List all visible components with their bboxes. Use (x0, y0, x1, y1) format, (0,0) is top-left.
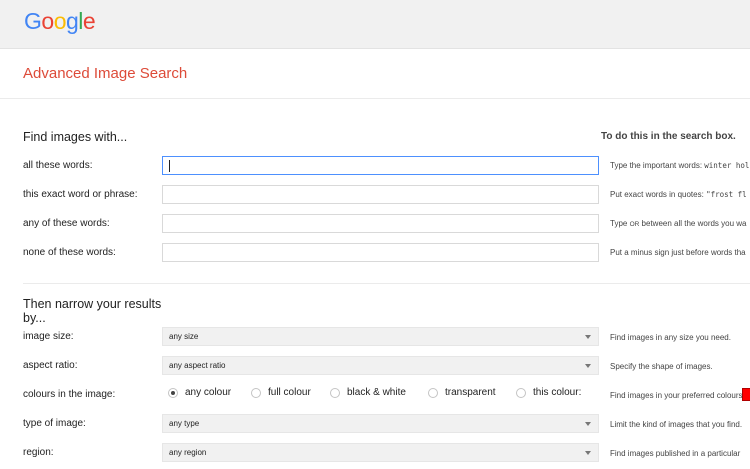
radio-button-icon (251, 388, 261, 398)
divider (0, 98, 750, 99)
narrow-heading-line: Then narrow your results (23, 297, 162, 311)
page-title: Advanced Image Search (23, 65, 188, 82)
image-size-select[interactable]: any size (162, 327, 599, 346)
image-size-label: image size: (23, 331, 74, 342)
radio-button-icon (516, 388, 526, 398)
radio-label: any colour (185, 387, 232, 398)
hint-example: winter hol (704, 161, 750, 170)
radio-button-icon (428, 388, 438, 398)
radio-label: full colour (268, 387, 311, 398)
colours-label: colours in the image: (23, 389, 116, 400)
search-box-tips-heading: To do this in the search box. (601, 131, 736, 142)
type-of-image-label: type of image: (23, 418, 86, 429)
radio-label: this colour: (533, 387, 582, 398)
region-value: any region (169, 448, 207, 457)
hint-text: Put a minus sign just before words tha (610, 248, 746, 257)
colours-radio-group: any colour full colour black & white tra… (162, 386, 750, 402)
hint-text: Type (610, 219, 630, 228)
hint-text: Type the important words: (610, 161, 705, 170)
type-of-image-hint: Limit the kind of images that you find. (610, 420, 743, 429)
radio-label: transparent (445, 387, 496, 398)
logo-letter: o (53, 8, 67, 34)
dropdown-arrow-icon (585, 364, 591, 368)
image-size-hint: Find images in any size you need. (610, 333, 731, 342)
exact-phrase-label: this exact word or phrase: (23, 189, 138, 200)
logo-letter: o (41, 8, 54, 34)
hint-keyword: OR (629, 221, 640, 228)
google-logo[interactable]: Google (24, 8, 96, 35)
region-hint: Find images published in a particular (610, 449, 741, 458)
type-of-image-value: any type (169, 419, 200, 428)
text-caret (169, 160, 170, 172)
image-size-value: any size (169, 332, 199, 341)
any-words-label: any of these words: (23, 218, 110, 229)
aspect-ratio-label: aspect ratio: (23, 360, 78, 371)
any-words-input[interactable] (162, 214, 599, 233)
hint-example: "frost fl (706, 190, 747, 199)
none-words-hint: Put a minus sign just before words tha (610, 248, 750, 257)
find-section-heading: Find images with... (23, 130, 128, 144)
type-of-image-select[interactable]: any type (162, 414, 599, 433)
dropdown-arrow-icon (585, 451, 591, 455)
any-words-hint: Type OR between all the words you wa (610, 219, 750, 228)
narrow-heading-line: by... (23, 311, 46, 325)
region-select[interactable]: any region (162, 443, 599, 462)
hint-text: between all the words you wa (639, 219, 747, 228)
exact-phrase-hint: Put exact words in quotes: "frost fl (610, 190, 750, 199)
colours-hint: Find images in your preferred colours (610, 391, 743, 400)
dropdown-arrow-icon (585, 335, 591, 339)
narrow-section-heading: Then narrow your results by... (23, 297, 161, 325)
aspect-ratio-select[interactable]: any aspect ratio (162, 356, 599, 375)
radio-button-icon (330, 388, 340, 398)
logo-letter: G (24, 8, 42, 34)
divider (23, 283, 750, 284)
radio-button-icon (168, 388, 178, 398)
all-words-hint: Type the important words: winter hol (610, 161, 750, 170)
aspect-ratio-hint: Specify the shape of images. (610, 362, 713, 371)
all-words-label: all these words: (23, 160, 93, 171)
logo-letter: g (65, 8, 79, 34)
aspect-ratio-value: any aspect ratio (169, 361, 226, 370)
logo-letter: e (82, 8, 96, 34)
radio-label: black & white (347, 387, 406, 398)
top-bar: Google (0, 0, 750, 49)
none-words-input[interactable] (162, 243, 599, 262)
region-label: region: (23, 447, 54, 458)
exact-phrase-input[interactable] (162, 185, 599, 204)
all-words-input[interactable] (162, 156, 599, 175)
dropdown-arrow-icon (585, 422, 591, 426)
hint-text: Put exact words in quotes: (610, 190, 707, 199)
none-words-label: none of these words: (23, 247, 116, 258)
